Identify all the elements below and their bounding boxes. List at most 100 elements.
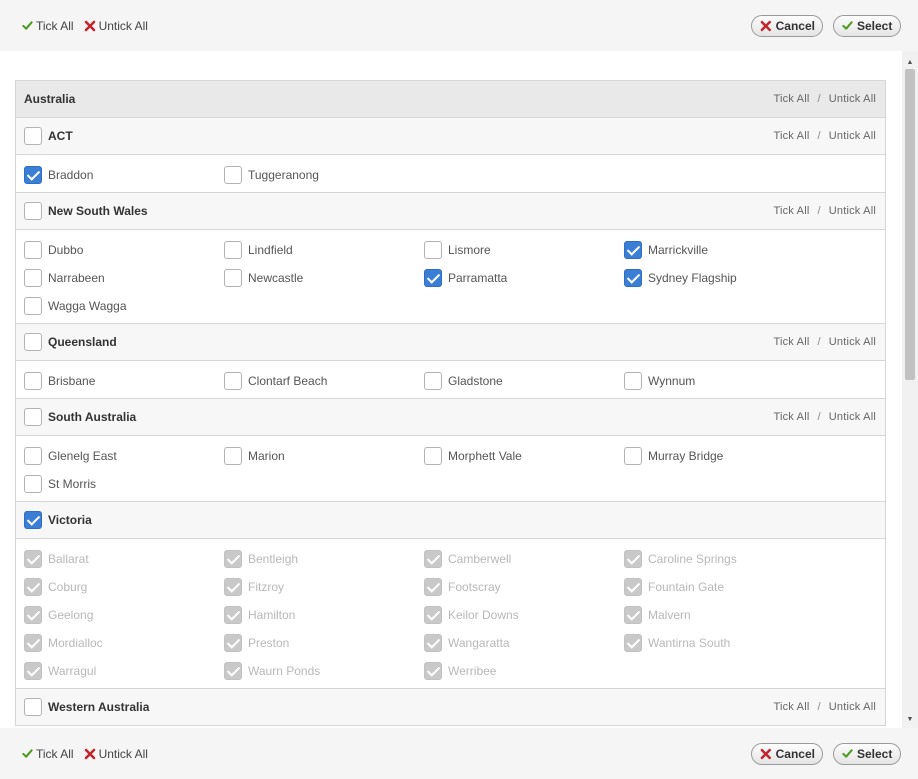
location-label: Ballarat bbox=[48, 552, 89, 566]
location-item[interactable]: Tuggeranong bbox=[224, 161, 424, 189]
bottom-select-button[interactable]: Select bbox=[833, 742, 901, 765]
location-item[interactable]: Parramatta bbox=[424, 264, 624, 292]
location-item: Malvern bbox=[624, 601, 824, 629]
location-checkbox[interactable] bbox=[224, 241, 242, 259]
region-tick-all-link[interactable]: Tick All bbox=[773, 336, 809, 348]
location-item[interactable]: Murray Bridge bbox=[624, 442, 824, 470]
location-list-scroll-area[interactable]: Australia Tick All / Untick All ACT Tick … bbox=[0, 51, 902, 728]
tick-all-link[interactable]: Tick All bbox=[22, 19, 74, 33]
location-checkbox[interactable] bbox=[424, 372, 442, 390]
region-tick-all-link[interactable]: Tick All bbox=[773, 205, 809, 217]
location-item[interactable]: Wagga Wagga bbox=[24, 292, 224, 320]
region-checkbox[interactable] bbox=[24, 698, 42, 716]
bottom-tick-all-link[interactable]: Tick All bbox=[22, 747, 74, 761]
location-checkbox bbox=[24, 634, 42, 652]
location-item[interactable]: Marion bbox=[224, 442, 424, 470]
country-actions: Tick All / Untick All bbox=[773, 81, 876, 117]
x-icon bbox=[84, 748, 95, 759]
location-item[interactable]: Clontarf Beach bbox=[224, 367, 424, 395]
region-name[interactable]: Queensland bbox=[48, 335, 117, 349]
location-label: Werribee bbox=[448, 664, 497, 678]
region-checkbox[interactable] bbox=[24, 333, 42, 351]
bottom-cancel-button[interactable]: Cancel bbox=[751, 742, 823, 765]
bottom-cancel-label: Cancel bbox=[775, 746, 815, 761]
scrollbar-thumb[interactable] bbox=[905, 69, 915, 380]
location-label: Wagga Wagga bbox=[48, 299, 127, 313]
region-untick-all-link[interactable]: Untick All bbox=[829, 701, 876, 713]
location-checkbox[interactable] bbox=[24, 166, 42, 184]
location-item[interactable]: Sydney Flagship bbox=[624, 264, 824, 292]
select-button[interactable]: Select bbox=[833, 14, 901, 37]
scroll-down-arrow-icon[interactable]: ▼ bbox=[902, 711, 918, 727]
location-checkbox[interactable] bbox=[224, 269, 242, 287]
bottom-untick-all-link[interactable]: Untick All bbox=[84, 747, 148, 761]
location-checkbox[interactable] bbox=[24, 297, 42, 315]
location-label: Braddon bbox=[48, 168, 94, 182]
cancel-button[interactable]: Cancel bbox=[751, 14, 823, 37]
location-label: Geelong bbox=[48, 608, 94, 622]
region-name[interactable]: ACT bbox=[48, 129, 73, 143]
location-label: Keilor Downs bbox=[448, 608, 519, 622]
region-name[interactable]: South Australia bbox=[48, 410, 136, 424]
region-checkbox[interactable] bbox=[24, 202, 42, 220]
location-item[interactable]: Gladstone bbox=[424, 367, 624, 395]
location-checkbox[interactable] bbox=[24, 241, 42, 259]
bottom-tick-all-label: Tick All bbox=[36, 746, 74, 761]
location-checkbox[interactable] bbox=[24, 372, 42, 390]
location-item[interactable]: Brisbane bbox=[24, 367, 224, 395]
location-checkbox bbox=[24, 662, 42, 680]
country-untick-all-link[interactable]: Untick All bbox=[829, 93, 876, 105]
region-untick-all-link[interactable]: Untick All bbox=[829, 130, 876, 142]
location-checkbox[interactable] bbox=[224, 447, 242, 465]
scroll-up-arrow-icon[interactable]: ▲ bbox=[902, 54, 918, 70]
region-untick-all-link[interactable]: Untick All bbox=[829, 336, 876, 348]
location-checkbox[interactable] bbox=[624, 269, 642, 287]
region-name[interactable]: New South Wales bbox=[48, 204, 148, 218]
region-untick-all-link[interactable]: Untick All bbox=[829, 411, 876, 423]
location-item[interactable]: Lindfield bbox=[224, 236, 424, 264]
location-item[interactable]: Marrickville bbox=[624, 236, 824, 264]
location-checkbox[interactable] bbox=[424, 447, 442, 465]
region-untick-all-link[interactable]: Untick All bbox=[829, 205, 876, 217]
location-item[interactable]: Braddon bbox=[24, 161, 224, 189]
location-checkbox[interactable] bbox=[24, 269, 42, 287]
region-tick-all-link[interactable]: Tick All bbox=[773, 701, 809, 713]
check-icon bbox=[22, 21, 33, 30]
location-checkbox[interactable] bbox=[24, 447, 42, 465]
location-label: Waurn Ponds bbox=[248, 664, 321, 678]
location-checkbox[interactable] bbox=[24, 475, 42, 493]
location-item: Mordialloc bbox=[24, 629, 224, 657]
location-item: Camberwell bbox=[424, 545, 624, 573]
location-item[interactable]: Dubbo bbox=[24, 236, 224, 264]
location-checkbox[interactable] bbox=[624, 241, 642, 259]
cancel-x-icon bbox=[760, 748, 771, 759]
location-item[interactable]: Newcastle bbox=[224, 264, 424, 292]
region-name[interactable]: Victoria bbox=[48, 513, 92, 527]
region-checkbox[interactable] bbox=[24, 127, 42, 145]
location-item[interactable]: St Morris bbox=[24, 470, 224, 498]
location-item[interactable]: Wynnum bbox=[624, 367, 824, 395]
region-header: New South Wales Tick All / Untick All bbox=[16, 193, 885, 230]
location-checkbox bbox=[424, 606, 442, 624]
location-checkbox[interactable] bbox=[424, 269, 442, 287]
region-checkbox[interactable] bbox=[24, 408, 42, 426]
untick-all-link[interactable]: Untick All bbox=[84, 19, 148, 33]
location-checkbox[interactable] bbox=[624, 447, 642, 465]
location-checkbox[interactable] bbox=[224, 166, 242, 184]
location-checkbox[interactable] bbox=[624, 372, 642, 390]
region-checkbox[interactable] bbox=[24, 511, 42, 529]
region-tick-all-link[interactable]: Tick All bbox=[773, 411, 809, 423]
country-tick-all-link[interactable]: Tick All bbox=[773, 93, 809, 105]
location-list: Dubbo Lindfield Lismore Marrickville Narrabe… bbox=[16, 230, 885, 324]
region-tick-all-link[interactable]: Tick All bbox=[773, 130, 809, 142]
location-item[interactable]: Lismore bbox=[424, 236, 624, 264]
location-item[interactable]: Glenelg East bbox=[24, 442, 224, 470]
region-name[interactable]: Western Australia bbox=[48, 700, 149, 714]
location-item[interactable]: Morphett Vale bbox=[424, 442, 624, 470]
location-label: Caroline Springs bbox=[648, 552, 737, 566]
location-checkbox[interactable] bbox=[424, 241, 442, 259]
location-item[interactable]: Narrabeen bbox=[24, 264, 224, 292]
vertical-scrollbar[interactable]: ▲ ▼ bbox=[902, 51, 918, 728]
location-checkbox[interactable] bbox=[224, 372, 242, 390]
actions-separator: / bbox=[817, 130, 821, 142]
